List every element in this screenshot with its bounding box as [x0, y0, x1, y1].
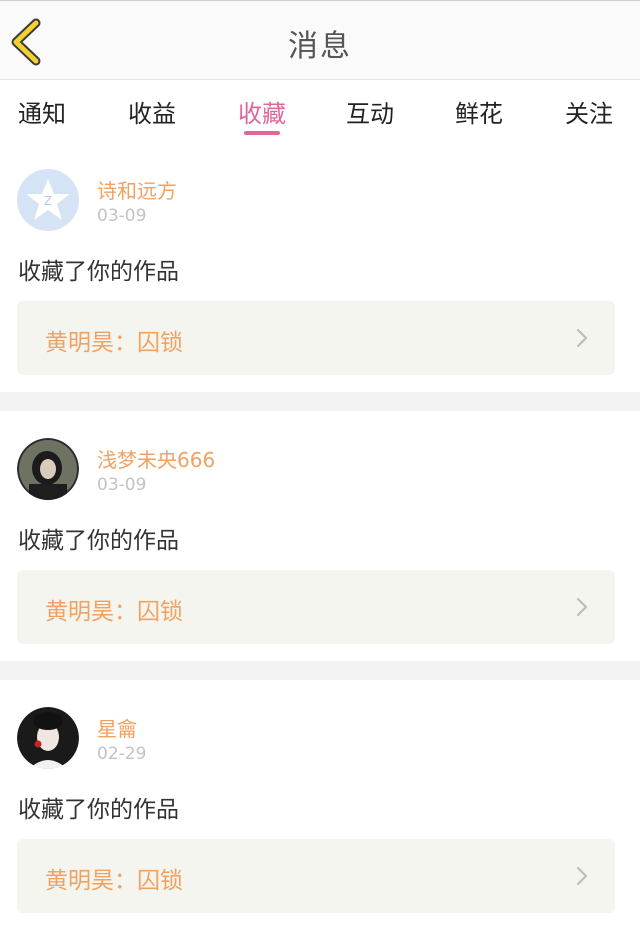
timestamp: 03-09: [97, 475, 147, 495]
message-list: Z 诗和远方 03-09 收藏了你的作品 黄明昊：囚锁 浅梦未央666 03-0…: [0, 142, 640, 930]
active-tab-indicator: [244, 131, 280, 135]
chevron-right-icon: [576, 328, 588, 348]
action-text: 收藏了你的作品: [18, 528, 179, 554]
chevron-right-icon: [576, 866, 588, 886]
tab-favorites[interactable]: 收藏: [230, 94, 294, 129]
username[interactable]: 诗和远方: [97, 175, 177, 204]
list-item: 浅梦未央666 03-09 收藏了你的作品 黄明昊：囚锁: [0, 411, 640, 661]
work-link[interactable]: 黄明昊：囚锁: [17, 301, 615, 375]
action-text: 收藏了你的作品: [18, 259, 179, 285]
work-title: 黄明昊：囚锁: [45, 599, 183, 625]
default-avatar-icon: Z: [17, 169, 79, 231]
work-title: 黄明昊：囚锁: [45, 868, 183, 894]
timestamp: 03-09: [97, 206, 147, 226]
svg-text:Z: Z: [44, 194, 52, 208]
work-link[interactable]: 黄明昊：囚锁: [17, 839, 615, 913]
tab-earnings[interactable]: 收益: [120, 94, 184, 129]
tab-interactions[interactable]: 互动: [338, 94, 402, 129]
work-link[interactable]: 黄明昊：囚锁: [17, 570, 615, 644]
divider: [0, 661, 640, 680]
user-photo-icon: [17, 438, 79, 500]
tab-bar: 通知 收益 收藏 互动 鲜花 关注: [0, 80, 640, 142]
top-bar: 消息: [0, 0, 640, 80]
page-title: 消息: [288, 29, 352, 64]
avatar[interactable]: Z: [17, 169, 79, 231]
tab-notifications[interactable]: 通知: [10, 94, 74, 129]
list-item: Z 诗和远方 03-09 收藏了你的作品 黄明昊：囚锁: [0, 142, 640, 392]
tab-follows[interactable]: 关注: [557, 94, 621, 129]
username[interactable]: 星龠: [97, 713, 137, 742]
work-title: 黄明昊：囚锁: [45, 330, 183, 356]
timestamp: 02-29: [97, 744, 147, 764]
chevron-right-icon: [576, 597, 588, 617]
avatar[interactable]: [17, 707, 79, 769]
username[interactable]: 浅梦未央666: [97, 444, 215, 473]
divider: [0, 392, 640, 411]
action-text: 收藏了你的作品: [18, 797, 179, 823]
avatar[interactable]: [17, 438, 79, 500]
tab-flowers[interactable]: 鲜花: [447, 94, 511, 129]
list-item: 星龠 02-29 收藏了你的作品 黄明昊：囚锁: [0, 680, 640, 930]
user-photo-icon: [17, 707, 79, 769]
